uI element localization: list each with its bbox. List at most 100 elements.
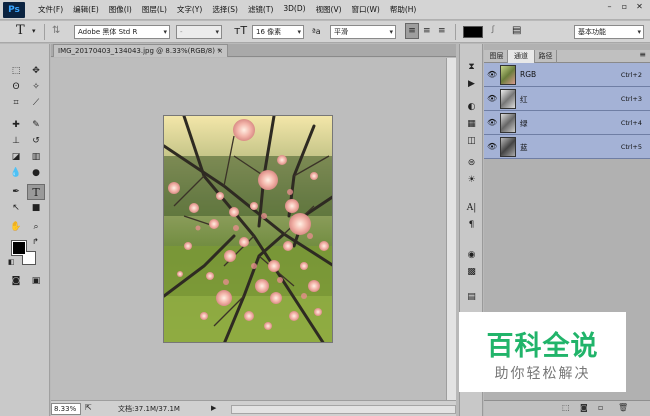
history-brush-tool-icon[interactable]: ↺: [27, 133, 45, 149]
menu-help[interactable]: 帮助(H): [385, 4, 422, 15]
channel-row-rgb[interactable]: 👁 RGB Ctrl+2: [484, 63, 650, 87]
font-size-icon: ᴛT: [234, 24, 248, 37]
channel-thumbnail: [500, 137, 516, 157]
magic-wand-tool-icon[interactable]: ✧: [27, 79, 45, 95]
zoom-level-field[interactable]: 8.33%: [51, 403, 81, 415]
masks-panel-icon[interactable]: ☀: [463, 173, 480, 188]
vertical-scrollbar[interactable]: [446, 58, 456, 400]
app-logo: Ps: [3, 1, 25, 18]
blur-tool-icon[interactable]: 💧: [7, 165, 25, 181]
menu-image[interactable]: 图像(I): [104, 4, 137, 15]
new-channel-icon[interactable]: ▫: [598, 403, 603, 412]
3d-panel-icon[interactable]: ◉: [463, 248, 480, 263]
font-style-select[interactable]: -: [176, 25, 222, 39]
swap-colors-icon[interactable]: ↱: [32, 237, 39, 246]
character-panel-icon[interactable]: ▤: [512, 24, 521, 38]
document-tab[interactable]: IMG_20170403_134043.jpg @ 8.33%(RGB/8) *…: [53, 44, 228, 57]
export-icon[interactable]: ⇱: [85, 403, 92, 412]
default-colors-icon[interactable]: ◧: [8, 258, 15, 266]
adjustments-panel-icon[interactable]: ⊜: [463, 156, 480, 171]
menu-type[interactable]: 文字(Y): [172, 4, 207, 15]
move-tool-icon[interactable]: ✥: [27, 63, 45, 79]
close-document-icon[interactable]: ×: [217, 45, 223, 57]
quick-mask-icon[interactable]: ◙: [7, 273, 25, 289]
paragraph-panel-icon[interactable]: ¶: [463, 218, 480, 233]
menu-select[interactable]: 选择(S): [207, 4, 243, 15]
watermark-overlay: 百科全说 助你轻松解决: [459, 312, 626, 392]
photoshop-window: Ps 文件(F) 编辑(E) 图像(I) 图层(L) 文字(Y) 选择(S) 滤…: [0, 0, 650, 416]
eyedropper-tool-icon[interactable]: ⟋: [27, 95, 45, 111]
eye-icon[interactable]: 👁: [487, 70, 497, 80]
screen-mode-icon[interactable]: ▣: [27, 273, 45, 289]
channel-row-blue[interactable]: 👁 蓝 Ctrl+5: [484, 135, 650, 159]
swatches-panel-icon[interactable]: ▦: [463, 117, 480, 132]
text-color-swatch[interactable]: [463, 26, 483, 38]
tab-paths[interactable]: 路径: [535, 50, 557, 63]
hand-tool-icon[interactable]: ✋: [7, 219, 25, 235]
rectangle-tool-icon[interactable]: ■: [27, 200, 45, 216]
eye-icon[interactable]: 👁: [487, 118, 497, 128]
crop-tool-icon[interactable]: ⌗: [7, 95, 25, 111]
actions-panel-icon[interactable]: ▶: [463, 77, 480, 92]
menu-file[interactable]: 文件(F): [33, 4, 68, 15]
styles-panel-icon[interactable]: ◫: [463, 134, 480, 149]
clone-stamp-tool-icon[interactable]: ⊥: [7, 133, 25, 149]
save-selection-icon[interactable]: ◙: [580, 403, 588, 412]
align-left-icon[interactable]: ≡: [405, 23, 419, 39]
delete-channel-icon[interactable]: 🗑: [618, 403, 628, 412]
menu-layer[interactable]: 图层(L): [137, 4, 172, 15]
orientation-toggle-icon[interactable]: ⇅: [52, 24, 60, 38]
pen-tool-icon[interactable]: ✒: [7, 184, 25, 200]
workspace-select[interactable]: 基本功能: [574, 25, 644, 39]
horizontal-scrollbar[interactable]: [231, 405, 456, 414]
status-bar: 8.33% ⇱ 文档:37.1M/37.1M ▶: [51, 400, 456, 416]
close-button[interactable]: ✕: [635, 2, 644, 11]
channel-name: 红: [520, 95, 528, 104]
channel-shortcut: Ctrl+5: [620, 143, 642, 151]
align-right-icon[interactable]: ≡: [438, 24, 446, 38]
menu-filter[interactable]: 滤镜(T): [243, 4, 278, 15]
color-panel-icon[interactable]: ◐: [463, 100, 480, 115]
antialias-select[interactable]: 平滑: [330, 25, 396, 39]
panel-menu-icon[interactable]: ≡: [639, 50, 646, 59]
canvas-area[interactable]: [51, 58, 446, 400]
tab-layers[interactable]: 图层: [486, 50, 508, 63]
status-menu-arrow-icon[interactable]: ▶: [211, 404, 216, 412]
channel-thumbnail: [500, 65, 516, 85]
channel-row-red[interactable]: 👁 红 Ctrl+3: [484, 87, 650, 111]
eye-icon[interactable]: 👁: [487, 142, 497, 152]
photo-image[interactable]: [163, 115, 333, 343]
gradient-tool-icon[interactable]: ▥: [27, 149, 45, 165]
document-info: 文档:37.1M/37.1M: [118, 405, 180, 413]
font-family-select[interactable]: Adobe 黑体 Std R: [74, 25, 170, 39]
warp-text-icon[interactable]: ꭍ: [491, 24, 495, 38]
lasso-tool-icon[interactable]: ʘ: [7, 79, 25, 95]
channel-row-green[interactable]: 👁 绿 Ctrl+4: [484, 111, 650, 135]
tab-channels[interactable]: 通道: [508, 50, 535, 63]
watermark-subtitle: 助你轻松解决: [494, 366, 591, 382]
menu-edit[interactable]: 编辑(E): [68, 4, 104, 15]
type-tool-preset-icon[interactable]: T: [16, 24, 25, 38]
chevron-down-icon[interactable]: ▾: [32, 24, 36, 38]
notes-panel-icon[interactable]: ▤: [463, 290, 480, 305]
font-size-select[interactable]: 16 像素: [252, 25, 304, 39]
load-selection-icon[interactable]: ⬚: [562, 403, 570, 412]
type-tool-icon[interactable]: T: [27, 184, 45, 200]
minimize-button[interactable]: –: [605, 2, 614, 11]
menu-window[interactable]: 窗口(W): [347, 4, 385, 15]
menu-3d[interactable]: 3D(D): [278, 4, 310, 15]
brush-tool-icon[interactable]: ✎: [27, 117, 45, 133]
history-panel-icon[interactable]: ⧗: [463, 60, 480, 75]
zoom-tool-icon[interactable]: ⌕: [27, 219, 45, 235]
menu-view[interactable]: 视图(V): [311, 4, 347, 15]
align-center-icon[interactable]: ≡: [423, 24, 431, 38]
character-panel-icon-side[interactable]: A|: [463, 201, 480, 216]
restore-button[interactable]: ▫: [620, 2, 629, 11]
path-selection-tool-icon[interactable]: ↖: [7, 200, 25, 216]
eraser-tool-icon[interactable]: ◪: [7, 149, 25, 165]
marquee-tool-icon[interactable]: ⬚: [7, 63, 25, 79]
eye-icon[interactable]: 👁: [487, 94, 497, 104]
healing-brush-tool-icon[interactable]: ✚: [7, 117, 25, 133]
dodge-tool-icon[interactable]: ●: [27, 165, 45, 181]
grid-panel-icon[interactable]: ▩: [463, 265, 480, 280]
